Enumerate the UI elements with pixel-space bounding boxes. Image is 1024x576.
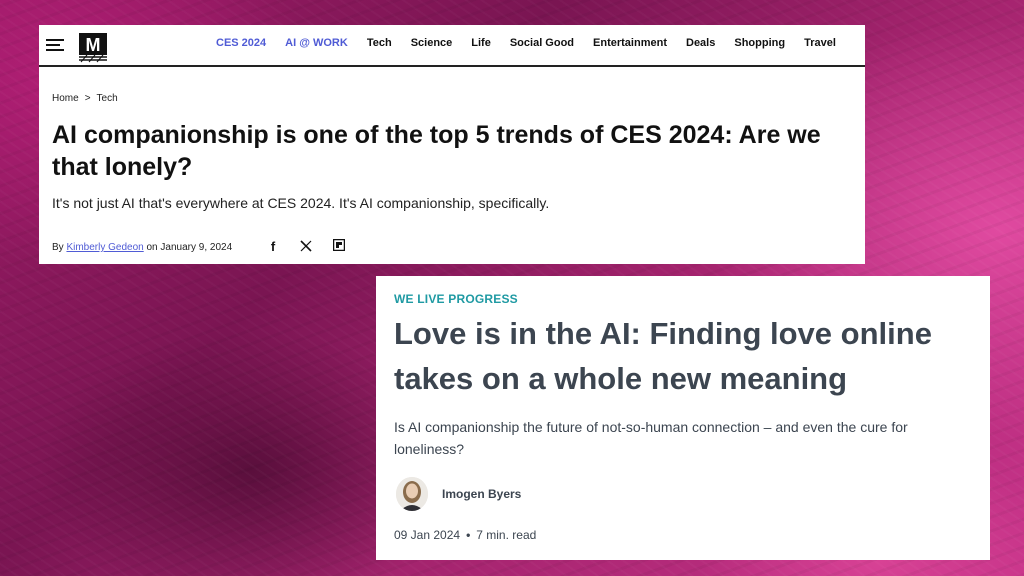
- section-kicker[interactable]: WE LIVE PROGRESS: [394, 292, 518, 306]
- author-name[interactable]: Imogen Byers: [442, 487, 521, 501]
- nav-item-ces-2024[interactable]: CES 2024: [216, 37, 266, 49]
- read-time: 7 min. read: [476, 528, 537, 542]
- article-subheadline: It's not just AI that's everywhere at CE…: [52, 195, 550, 211]
- nav-item-social-good[interactable]: Social Good: [510, 37, 574, 49]
- logo-letter: M: [86, 35, 101, 55]
- nav-item-shopping[interactable]: Shopping: [734, 37, 785, 49]
- nav-item-tech[interactable]: Tech: [367, 37, 392, 49]
- nav-item-life[interactable]: Life: [471, 37, 491, 49]
- nav-menu: CES 2024 AI @ WORK Tech Science Life Soc…: [216, 37, 855, 49]
- breadcrumb-separator: >: [84, 93, 91, 104]
- breadcrumb: Home > Tech: [52, 93, 118, 104]
- byline-prefix: By: [52, 242, 64, 253]
- facebook-icon[interactable]: f: [265, 239, 281, 255]
- breadcrumb-current[interactable]: Tech: [97, 93, 118, 104]
- nav-item-travel[interactable]: Travel: [804, 37, 836, 49]
- flipboard-icon[interactable]: [331, 238, 347, 255]
- site-logo[interactable]: M: [77, 31, 111, 63]
- nav-item-ai-at-work[interactable]: AI @ WORK: [285, 37, 348, 49]
- article-card-mashable: M CES 2024 AI @ WORK Tech Science Life S…: [39, 25, 865, 264]
- author-avatar[interactable]: [396, 477, 428, 511]
- nav-item-science[interactable]: Science: [411, 37, 453, 49]
- nav-item-deals[interactable]: Deals: [686, 37, 715, 49]
- breadcrumb-home[interactable]: Home: [52, 93, 79, 104]
- publish-date: January 9, 2024: [160, 242, 233, 253]
- date-prefix: on: [146, 242, 158, 253]
- byline: By Kimberly Gedeon on January 9, 2024: [52, 242, 232, 253]
- nav-item-entertainment[interactable]: Entertainment: [593, 37, 667, 49]
- x-icon[interactable]: [298, 239, 314, 255]
- meta-separator-dot: •: [466, 528, 471, 542]
- author-link[interactable]: Kimberly Gedeon: [66, 242, 143, 253]
- article-headline: AI companionship is one of the top 5 tre…: [52, 121, 821, 181]
- hamburger-menu-icon[interactable]: [46, 39, 64, 51]
- article-meta: 09 Jan 2024 • 7 min. read: [394, 528, 536, 542]
- article-card-progress: WE LIVE PROGRESS Love is in the AI: Find…: [376, 276, 990, 560]
- publish-date: 09 Jan 2024: [394, 528, 461, 542]
- article-headline: Love is in the AI: Finding love online t…: [394, 316, 932, 396]
- top-navigation: M CES 2024 AI @ WORK Tech Science Life S…: [39, 25, 865, 67]
- article-subheadline: Is AI companionship the future of not-so…: [394, 419, 908, 457]
